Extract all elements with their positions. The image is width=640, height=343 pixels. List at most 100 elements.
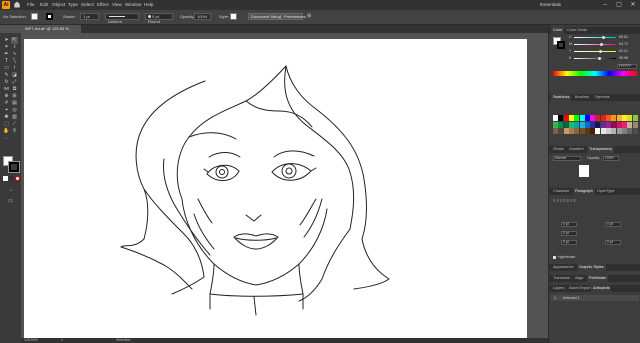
tab-character[interactable]: Character	[551, 188, 572, 195]
canvas-area[interactable]	[21, 33, 548, 343]
channel-c-value[interactable]: 69.81	[619, 35, 628, 39]
color-swatch[interactable]	[574, 115, 580, 121]
color-swatch[interactable]	[563, 115, 569, 121]
color-spectrum-bar[interactable]	[553, 71, 637, 76]
tab-brushes[interactable]: Brushes	[573, 94, 591, 101]
tab-appearance[interactable]: Appearance	[551, 264, 575, 271]
menu-file[interactable]: File	[27, 2, 34, 7]
color-swatch[interactable]	[579, 128, 585, 134]
minimize-icon[interactable]: –	[598, 1, 612, 9]
tab-asset-export[interactable]: Asset Export	[567, 285, 593, 292]
menu-effect[interactable]: Effect	[97, 2, 109, 7]
color-swatch[interactable]	[558, 128, 564, 134]
stroke-swatch[interactable]	[46, 13, 53, 20]
color-swatch[interactable]	[627, 128, 633, 134]
stroke-weight-field[interactable]: 1 pt	[80, 13, 99, 20]
tab-document[interactable]: WF7-Art.ai* @ 125.59 % (RGB/Preview)	[21, 25, 81, 39]
tab-align[interactable]: Align	[573, 275, 585, 282]
right-indent-field[interactable]: 0 pt	[605, 222, 621, 227]
brush-definition-dropdown[interactable]: 5 pt. Round	[145, 13, 173, 24]
direct-selection-tool-icon[interactable]: ⇱	[11, 37, 18, 44]
channel-c-slider[interactable]	[574, 37, 616, 38]
tab-transparency[interactable]: Transparency	[587, 146, 615, 153]
color-swatch[interactable]	[632, 115, 638, 121]
blend-tool-icon[interactable]: ◎	[11, 107, 18, 114]
color-swatch[interactable]	[632, 121, 638, 128]
color-swatch[interactable]	[600, 121, 606, 128]
eyedropper-tool-icon[interactable]: ⌖	[3, 107, 10, 114]
tab-opentype[interactable]: OpenType	[595, 188, 617, 195]
color-swatch[interactable]	[632, 128, 638, 134]
tab-layers[interactable]: Layers	[551, 285, 566, 292]
color-swatch[interactable]	[616, 115, 622, 121]
menu-object[interactable]: Object	[52, 2, 65, 7]
width-tool-icon[interactable]: ⋈	[3, 86, 10, 93]
color-swatch[interactable]	[611, 121, 617, 128]
color-swatch[interactable]	[616, 128, 622, 134]
color-swatch[interactable]	[611, 128, 617, 134]
magic-wand-tool-icon[interactable]: ✶	[3, 44, 10, 51]
tab-transform[interactable]: Transform	[551, 275, 572, 282]
channel-m-slider[interactable]	[574, 44, 616, 45]
slice-tool-icon[interactable]: ⟋	[11, 121, 18, 128]
none-mode-icon[interactable]	[15, 176, 20, 181]
hyphenate-checkbox[interactable]	[553, 256, 556, 259]
color-swatch[interactable]	[584, 128, 590, 134]
zoom-tool-icon[interactable]: ⚲	[11, 128, 18, 135]
zoom-level[interactable]: 125.59%	[24, 338, 38, 342]
color-swatch[interactable]	[621, 128, 627, 134]
menu-select[interactable]: Select	[81, 2, 94, 7]
menu-window[interactable]: Window	[125, 2, 141, 7]
rectangle-tool-icon[interactable]: ▭	[3, 65, 10, 72]
gradient-mode-icon[interactable]	[9, 176, 14, 181]
first-line-indent-field[interactable]: 0 pt	[561, 231, 577, 236]
symbol-sprayer-tool-icon[interactable]: ✺	[3, 114, 10, 121]
color-swatch[interactable]	[579, 115, 585, 121]
tab-color[interactable]: Color	[551, 27, 565, 34]
hand-tool-icon[interactable]: ✋	[3, 128, 10, 135]
color-swatch[interactable]	[584, 115, 590, 121]
color-swatch[interactable]	[627, 115, 633, 121]
color-swatch[interactable]	[616, 121, 622, 128]
color-swatch[interactable]	[600, 115, 606, 121]
close-window-icon[interactable]: ✕	[626, 1, 640, 9]
preferences-button[interactable]: Preferences	[281, 13, 306, 20]
color-swatch[interactable]	[595, 121, 601, 128]
artboard-navigator[interactable]: 1	[61, 338, 63, 342]
mesh-tool-icon[interactable]: #	[3, 100, 10, 107]
edit-toolbar-icon[interactable]: ⋯	[3, 136, 10, 143]
artboard[interactable]	[24, 39, 527, 340]
channel-c-knob[interactable]	[602, 36, 605, 39]
color-swatch[interactable]	[590, 128, 596, 134]
tab-gradient[interactable]: Gradient	[567, 146, 586, 153]
color-swatch[interactable]	[563, 121, 569, 128]
color-swatch[interactable]	[568, 115, 574, 121]
stroke-color-box[interactable]	[8, 161, 20, 173]
tab-paragraph[interactable]: Paragraph	[573, 188, 595, 195]
type-tool-icon[interactable]: T	[3, 58, 10, 65]
color-swatch[interactable]	[579, 121, 585, 128]
line-tool-icon[interactable]: ╲	[11, 58, 18, 65]
tab-symbols[interactable]: Symbols	[593, 94, 612, 101]
color-swatch[interactable]	[595, 128, 601, 134]
perspective-grid-tool-icon[interactable]: ⊞	[11, 93, 18, 100]
menu-edit[interactable]: Edit	[40, 2, 48, 7]
blend-mode-dropdown[interactable]: Normal	[553, 156, 581, 161]
color-swatch[interactable]	[553, 128, 558, 134]
color-swatch[interactable]	[568, 121, 574, 128]
graphic-style-swatch[interactable]	[230, 13, 237, 20]
workspace-switcher[interactable]: Essentials	[540, 2, 561, 7]
left-indent-field[interactable]: 0 pt	[561, 222, 577, 227]
variable-width-dropdown[interactable]: Uniform	[105, 13, 139, 24]
color-swatch[interactable]	[595, 115, 601, 121]
paintbrush-tool-icon[interactable]: ǀ	[11, 65, 18, 72]
pen-tool-icon[interactable]: ✒	[3, 51, 10, 58]
color-swatch[interactable]	[600, 128, 606, 134]
color-stroke-indicator[interactable]	[557, 41, 565, 49]
column-graph-tool-icon[interactable]: ▥	[11, 114, 18, 121]
align-buttons[interactable]: ≡ ≡ ≡ ≡ ≡ ≡ ≡	[553, 198, 576, 203]
channel-m-value[interactable]: 63.72	[619, 42, 628, 46]
channel-k-value[interactable]: 59.98	[619, 56, 628, 60]
shaper-tool-icon[interactable]: ✎	[3, 72, 10, 79]
menu-type[interactable]: Type	[68, 2, 78, 7]
